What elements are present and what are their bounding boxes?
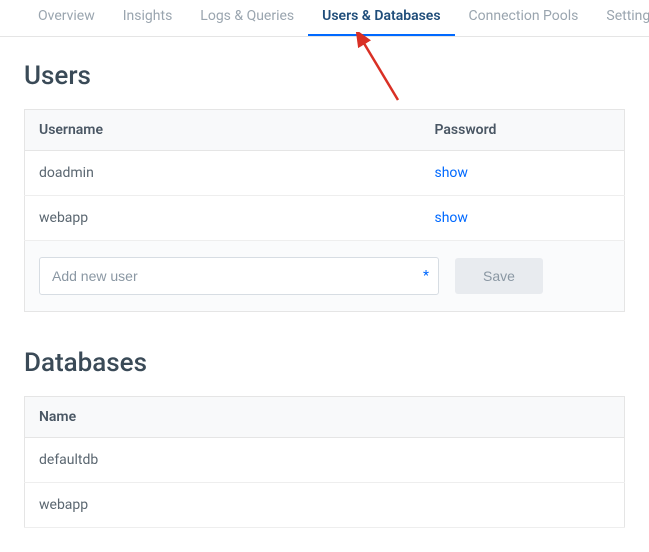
users-table: Username Password doadmin show webapp sh… (24, 109, 625, 241)
table-row: webapp (25, 483, 625, 528)
show-password-link[interactable]: show (435, 165, 468, 181)
databases-table: Name defaultdb webapp (24, 396, 625, 528)
tab-overview[interactable]: Overview (24, 0, 109, 36)
save-button[interactable]: Save (455, 258, 543, 294)
databases-section: Databases Name defaultdb webapp (0, 336, 649, 552)
tab-settings[interactable]: Settings (592, 0, 649, 36)
add-user-input[interactable] (39, 257, 439, 295)
users-col-password: Password (421, 110, 625, 151)
users-cell-username: doadmin (25, 151, 421, 196)
tab-logs[interactable]: Logs & Queries (186, 0, 308, 36)
tab-bar: Overview Insights Logs & Queries Users &… (0, 0, 649, 37)
tab-insights[interactable]: Insights (109, 0, 187, 36)
tab-users-databases[interactable]: Users & Databases (308, 0, 454, 36)
users-col-username: Username (25, 110, 421, 151)
databases-cell-name: webapp (25, 483, 625, 528)
table-row: doadmin show (25, 151, 625, 196)
databases-title: Databases (24, 348, 625, 378)
users-cell-username: webapp (25, 196, 421, 241)
databases-cell-name: defaultdb (25, 438, 625, 483)
table-row: defaultdb (25, 438, 625, 483)
users-section: Users Username Password doadmin show web… (0, 37, 649, 336)
show-password-link[interactable]: show (435, 210, 468, 226)
users-title: Users (24, 61, 625, 91)
add-user-form: * Save (24, 241, 625, 312)
databases-col-name: Name (25, 397, 625, 438)
tab-connection-pools[interactable]: Connection Pools (455, 0, 593, 36)
table-row: webapp show (25, 196, 625, 241)
